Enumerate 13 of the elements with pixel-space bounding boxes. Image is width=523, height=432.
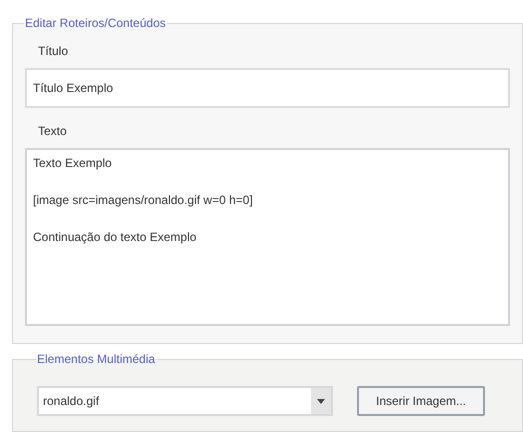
title-field[interactable]: Título Exemplo	[25, 68, 510, 108]
text-line: Continuação do texto Exemplo	[33, 229, 198, 246]
multimedia-legend: Elementos Multimédia	[36, 350, 156, 368]
text-line: [image src=imagens/ronaldo.gif w=0 h=0]	[33, 192, 254, 209]
title-label: Título	[38, 43, 70, 60]
image-combo[interactable]: ronaldo.gif	[37, 386, 333, 416]
insert-image-button[interactable]: Inserir Imagem...	[357, 386, 485, 416]
dropdown-icon[interactable]	[311, 388, 331, 414]
text-label: Texto	[38, 123, 68, 140]
text-line: Texto Exemplo	[33, 155, 113, 172]
editor-legend: Editar Roteiros/Conteúdos	[24, 14, 167, 32]
combo-value: ronaldo.gif	[42, 393, 100, 410]
text-area[interactable]: Texto Exemplo [image src=imagens/ronaldo.gif w=0 h=0] Continuação do texto Exemplo	[25, 148, 510, 326]
